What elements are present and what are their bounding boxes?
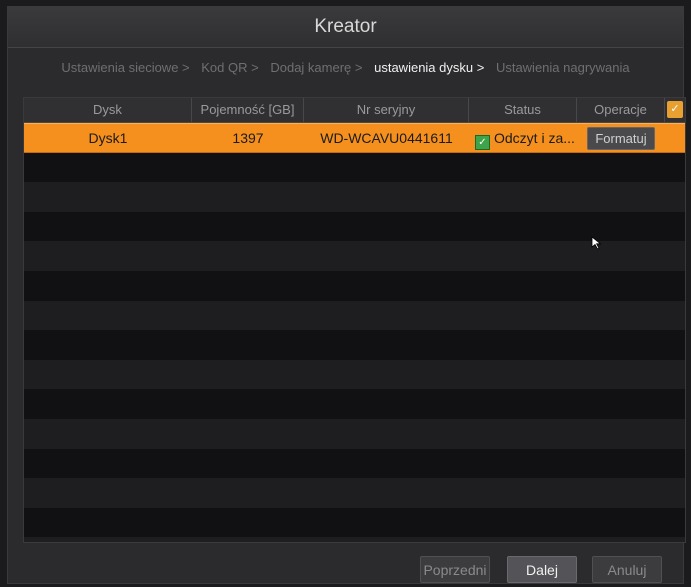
cell-status: ✓ Odczyt i za...	[469, 124, 577, 152]
table-row-empty	[24, 182, 685, 212]
status-ok-icon: ✓	[475, 135, 490, 150]
step-add-camera: Dodaj kamerę >	[270, 60, 363, 75]
cell-operations: Formatuj	[577, 124, 665, 152]
check-icon[interactable]: ✓	[667, 101, 683, 118]
table-header: Dysk Pojemność [GB] Nr seryjny Status Op…	[24, 98, 685, 123]
mouse-cursor-icon	[591, 236, 602, 250]
cell-capacity: 1397	[232, 130, 264, 146]
step-qr-code: Kod QR >	[201, 60, 259, 75]
table-row-empty	[24, 478, 685, 508]
cell-disk: Dysk1	[88, 130, 128, 146]
table-row-empty	[24, 389, 685, 419]
step-recording-settings: Ustawienia nagrywania	[495, 60, 630, 75]
window-title: Kreator	[8, 7, 683, 48]
format-button[interactable]: Formatuj	[587, 127, 655, 150]
table-row-empty	[24, 241, 685, 271]
column-header-operations[interactable]: Operacje	[577, 98, 665, 122]
previous-button[interactable]: Poprzedni	[420, 556, 490, 583]
cell-serial: WD-WCAVU0441611	[320, 130, 453, 146]
table-row[interactable]: Dysk1 1397 WD-WCAVU0441611 ✓ Odczyt i za.…	[24, 123, 685, 153]
next-button[interactable]: Dalej	[507, 556, 577, 583]
status-text: Odczyt i za...	[494, 130, 575, 146]
disk-table: Dysk Pojemność [GB] Nr seryjny Status Op…	[23, 97, 686, 543]
table-row-empty	[24, 418, 685, 449]
table-row-empty	[24, 448, 685, 479]
column-header-status[interactable]: Status	[469, 98, 577, 122]
table-row-empty	[24, 507, 685, 538]
column-header-capacity[interactable]: Pojemność [GB]	[192, 98, 304, 122]
table-row-empty	[24, 211, 685, 242]
wizard-steps: Ustawienia sieciowe > Kod QR > Dodaj kam…	[8, 55, 683, 81]
table-row-empty	[24, 330, 685, 360]
wizard-footer: Poprzedni Dalej Anuluj	[8, 556, 683, 584]
table-row-empty	[24, 270, 685, 301]
cancel-button[interactable]: Anuluj	[592, 556, 662, 583]
step-disk-settings: ustawienia dysku >	[374, 60, 485, 75]
table-row-empty	[24, 359, 685, 390]
column-header-disk[interactable]: Dysk	[24, 98, 192, 122]
table-body: Dysk1 1397 WD-WCAVU0441611 ✓ Odczyt i za.…	[24, 123, 685, 542]
table-row-empty	[24, 300, 685, 331]
column-header-serial[interactable]: Nr seryjny	[304, 98, 469, 122]
step-network-settings: Ustawienia sieciowe >	[61, 60, 190, 75]
wizard-window: Kreator Ustawienia sieciowe > Kod QR > D…	[7, 6, 686, 584]
table-row-empty	[24, 152, 685, 183]
table-row-empty	[24, 537, 685, 542]
